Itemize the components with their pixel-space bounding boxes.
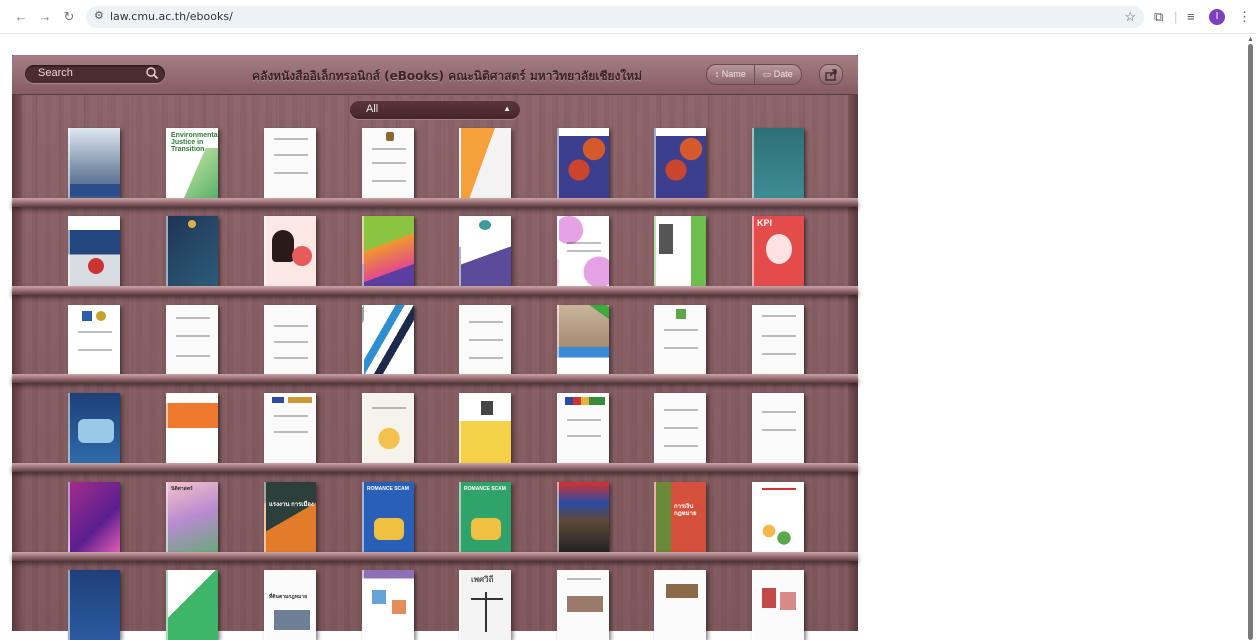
reload-icon[interactable]: ↻ — [60, 8, 78, 26]
book-cover[interactable] — [654, 305, 706, 375]
book-cover[interactable] — [166, 393, 218, 463]
shelf-right-side — [848, 95, 858, 631]
page-scrollbar[interactable]: ▲ — [1244, 34, 1256, 640]
shelf-plank — [12, 552, 858, 561]
book-cover[interactable] — [68, 216, 120, 286]
category-filter-select[interactable]: All ▲ — [350, 101, 520, 119]
book-cover[interactable]: ROMANCE SCAM — [459, 482, 511, 552]
book-cover[interactable] — [264, 393, 316, 463]
sort-by-name-button[interactable]: ↕ Name — [707, 65, 755, 84]
book-cover[interactable] — [264, 128, 316, 198]
book-cover[interactable] — [264, 216, 316, 286]
book-cover[interactable] — [654, 128, 706, 198]
book-cover[interactable] — [68, 570, 120, 640]
book-cover[interactable] — [459, 216, 511, 286]
book-cover[interactable]: Environmental Justice in Transition — [166, 128, 218, 198]
sort-name-icon: ↕ — [714, 69, 720, 79]
book-cover[interactable] — [557, 305, 609, 375]
book-cover[interactable]: KPI — [752, 216, 804, 286]
sort-segmented-control: ↕ Name ▭ Date — [706, 64, 802, 85]
shelf-plank — [12, 374, 858, 383]
share-button[interactable] — [819, 64, 843, 85]
page-title: คลังหนังสืออิเล็กทรอนิกส์ (eBooks) คณะนิ… — [251, 69, 643, 83]
bookshelf: Search คลังหนังสืออิเล็กทรอนิกส์ (eBooks… — [12, 55, 858, 640]
shelf-plank — [12, 286, 858, 295]
book-cover[interactable] — [557, 128, 609, 198]
browser-toolbar: ← → ↻ ⚙ law.cmu.ac.th/ebooks/ ☆ ⧉ | ≡ I … — [0, 0, 1256, 34]
book-cover[interactable] — [362, 216, 414, 286]
scroll-up-icon[interactable]: ▲ — [1247, 36, 1254, 43]
book-cover[interactable] — [68, 305, 120, 375]
book-cover[interactable] — [264, 305, 316, 375]
book-cover[interactable] — [752, 305, 804, 375]
profile-avatar[interactable]: I — [1209, 9, 1225, 25]
url-text: law.cmu.ac.th/ebooks/ — [110, 10, 233, 23]
extensions-icon[interactable]: ⧉ — [1154, 8, 1163, 26]
scrollbar-thumb[interactable] — [1248, 44, 1253, 640]
site-settings-icon[interactable]: ⚙ — [94, 9, 104, 22]
calendar-icon: ▭ — [762, 69, 772, 79]
book-cover[interactable] — [68, 393, 120, 463]
menu-kebab-icon[interactable]: ⋮ — [1238, 8, 1251, 26]
book-cover[interactable] — [654, 216, 706, 286]
sort-name-label: Name — [721, 69, 746, 79]
sort-date-label: Date — [773, 69, 793, 79]
book-title: แรงงาน การเมือง — [269, 502, 314, 508]
shelf-left-side — [12, 95, 22, 631]
book-cover[interactable] — [459, 128, 511, 198]
book-cover[interactable] — [752, 393, 804, 463]
book-cover[interactable] — [68, 128, 120, 198]
shelf-plank — [12, 463, 858, 472]
select-arrows-icon: ▲ — [503, 104, 511, 113]
category-filter-value: All — [366, 103, 379, 115]
book-title: ที่ดินตามกฎหมาย — [269, 594, 308, 600]
book-cover[interactable]: เพศวิถี — [459, 570, 511, 640]
book-cover[interactable] — [459, 393, 511, 463]
divider: | — [1174, 9, 1178, 24]
bookmark-star-icon[interactable]: ☆ — [1124, 9, 1136, 25]
book-cover[interactable] — [362, 570, 414, 640]
shelf-plank — [12, 198, 858, 207]
book-title: การเงิน กฎหมาย — [674, 504, 697, 517]
search-icon[interactable] — [145, 66, 159, 80]
book-cover[interactable] — [362, 305, 414, 375]
book-cover[interactable] — [362, 128, 414, 198]
book-cover[interactable]: การเงิน กฎหมาย — [654, 482, 706, 552]
forward-icon[interactable]: → — [36, 8, 54, 26]
back-icon[interactable]: ← — [12, 8, 30, 26]
book-cover[interactable] — [752, 482, 804, 552]
book-cover[interactable] — [654, 393, 706, 463]
book-cover[interactable] — [166, 216, 218, 286]
book-cover[interactable] — [362, 393, 414, 463]
book-title: ROMANCE SCAM — [367, 486, 409, 492]
sort-by-date-button[interactable]: ▭ Date — [755, 65, 802, 84]
book-cover[interactable] — [557, 482, 609, 552]
book-title: เพศวิถี — [471, 575, 494, 584]
book-cover[interactable]: ROMANCE SCAM — [362, 482, 414, 552]
book-cover[interactable] — [752, 570, 804, 640]
book-title: KPI — [757, 218, 773, 228]
reading-list-icon[interactable]: ≡ — [1187, 8, 1195, 26]
address-bar[interactable]: ⚙ law.cmu.ac.th/ebooks/ ☆ — [86, 6, 1144, 28]
book-cover[interactable] — [166, 305, 218, 375]
book-cover[interactable] — [68, 482, 120, 552]
book-cover[interactable] — [557, 393, 609, 463]
book-cover[interactable] — [557, 570, 609, 640]
book-cover[interactable]: ที่ดินตามกฎหมาย — [264, 570, 316, 640]
book-cover[interactable] — [557, 216, 609, 286]
book-cover[interactable] — [654, 570, 706, 640]
book-cover[interactable]: แรงงาน การเมือง — [264, 482, 316, 552]
book-title: ROMANCE SCAM — [464, 486, 506, 492]
book-cover[interactable] — [752, 128, 804, 198]
book-title: นิติศาสตร์ — [171, 486, 193, 492]
search-input[interactable]: Search — [25, 65, 165, 83]
search-placeholder: Search — [38, 67, 73, 79]
share-icon — [825, 69, 837, 81]
shelf-back-wall — [12, 95, 858, 631]
book-cover[interactable] — [166, 570, 218, 640]
book-cover[interactable]: นิติศาสตร์ — [166, 482, 218, 552]
bookshelf-header: Search คลังหนังสืออิเล็กทรอนิกส์ (eBooks… — [12, 55, 858, 95]
book-cover[interactable] — [459, 305, 511, 375]
